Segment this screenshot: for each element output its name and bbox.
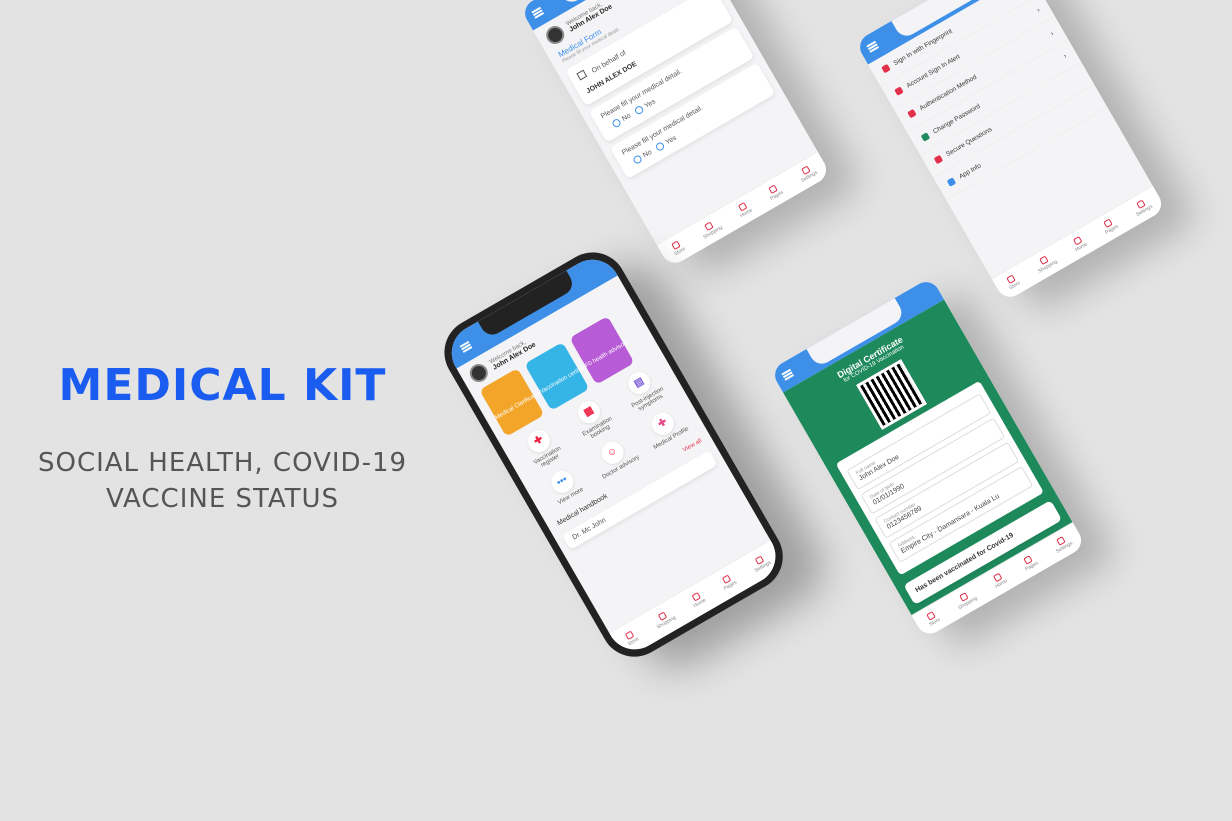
settings-mockup: Sign In with Fingerprint Account Sign In… <box>855 0 1167 302</box>
hero-subtitle-line-1: SOCIAL HEALTH, COVID-19 <box>37 448 408 478</box>
shield-icon <box>907 109 917 119</box>
nav-shopping[interactable]: Shopping <box>1033 252 1059 275</box>
nav-home[interactable]: Home <box>735 200 754 219</box>
nav-shopping[interactable]: Shopping <box>652 608 677 631</box>
bottom-nav: Store Shopping Home Pages Settings <box>991 185 1167 302</box>
nav-settings[interactable]: Settings <box>1051 534 1074 555</box>
yes-radio[interactable] <box>633 104 645 116</box>
menu-icon[interactable] <box>781 368 795 381</box>
nav-home[interactable]: Home <box>689 590 707 609</box>
doctor-name: Dr. Mc John <box>571 516 608 542</box>
home-phone-mockup: Welcome back, John Alex Doe Medical Clar… <box>432 240 796 670</box>
chevron-right-icon: › <box>1049 29 1055 37</box>
avatar <box>466 360 492 386</box>
no-label: No <box>621 112 633 124</box>
menu-icon[interactable] <box>866 40 880 53</box>
fingerprint-icon <box>881 63 891 74</box>
no-label: No <box>642 148 654 160</box>
avatar <box>542 22 568 48</box>
nav-store[interactable]: Store <box>669 239 687 257</box>
alert-icon <box>894 86 904 97</box>
nav-store[interactable]: Store <box>623 629 640 647</box>
chevron-right-icon: › <box>1036 7 1042 15</box>
setting-label: App Info <box>958 162 983 181</box>
menu-icon[interactable] <box>459 340 473 353</box>
nav-store[interactable]: Store <box>1004 273 1022 291</box>
no-radio[interactable] <box>632 154 643 166</box>
nav-shopping[interactable]: Shopping <box>953 589 979 611</box>
certificate-mockup: Digital Certificate for COVID-19 Vaccina… <box>770 277 1087 639</box>
yes-radio[interactable] <box>654 141 666 153</box>
hero-subtitle-line-2: VACCINE STATUS <box>105 484 340 514</box>
nav-shopping[interactable]: Shopping <box>698 218 724 241</box>
yes-label: Yes <box>664 134 678 147</box>
nav-settings[interactable]: Settings <box>796 163 819 184</box>
behalf-checkbox[interactable] <box>576 69 588 81</box>
password-icon <box>920 131 931 142</box>
nav-home[interactable]: Home <box>1070 234 1089 253</box>
chevron-right-icon: › <box>1062 52 1068 60</box>
yes-label: Yes <box>643 98 657 111</box>
bottom-nav: Store Shopping Home Pages Settings <box>609 539 786 660</box>
hero-title: MEDICAL KIT <box>58 360 387 411</box>
question-icon <box>933 154 944 165</box>
nav-pages[interactable]: Pages <box>1020 553 1040 573</box>
nav-pages[interactable]: Pages <box>765 183 785 202</box>
no-radio[interactable] <box>611 117 622 129</box>
hero-section: MEDICAL KIT SOCIAL HEALTH, COVID-19 VACC… <box>0 360 445 517</box>
nav-settings[interactable]: Settings <box>1131 197 1154 218</box>
bottom-nav: Store Shopping Home Pages Settings <box>656 151 832 268</box>
medical-form-mockup: Welcome back, John Alex Doe Medical Form… <box>520 0 832 268</box>
nav-pages[interactable]: Pages <box>719 573 738 592</box>
nav-store[interactable]: Store <box>924 610 942 628</box>
hero-subtitle: SOCIAL HEALTH, COVID-19 VACCINE STATUS <box>0 445 445 517</box>
nav-pages[interactable]: Pages <box>1100 217 1120 236</box>
menu-icon[interactable] <box>531 6 545 19</box>
nav-home[interactable]: Home <box>990 571 1009 590</box>
info-icon <box>946 177 957 187</box>
nav-settings[interactable]: Settings <box>750 553 772 574</box>
